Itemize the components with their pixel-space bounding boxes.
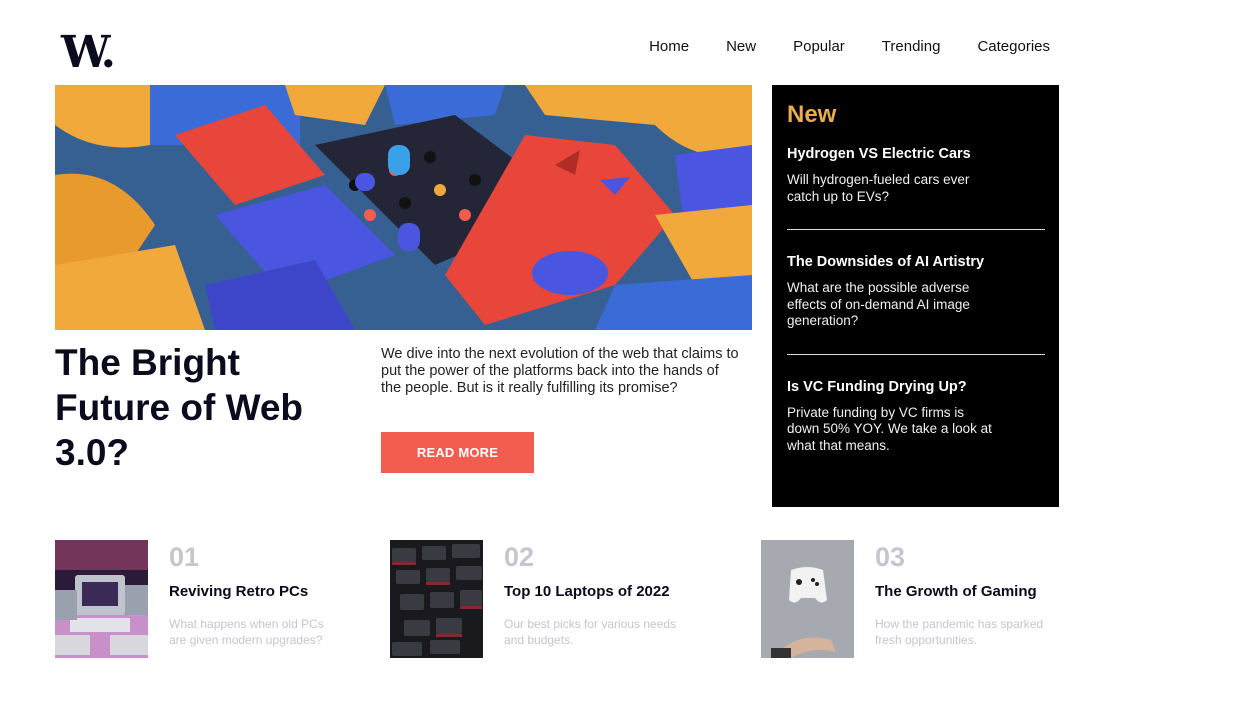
new-item-text: What are the possible adverse effects of… <box>787 280 970 328</box>
card-number: 02 <box>504 542 535 572</box>
read-more-button[interactable]: READ MORE <box>381 432 534 473</box>
new-item[interactable]: Hydrogen VS Electric Cars Will hydrogen-… <box>787 146 1045 205</box>
card-body: 01 Reviving Retro PCs What happens when … <box>169 540 344 658</box>
logo-dot: . <box>100 27 116 78</box>
new-item[interactable]: The Downsides of AI Artistry What are th… <box>787 254 1045 330</box>
logo-letter: W <box>61 27 104 78</box>
hero-title: The Bright Future of Web 3.0? <box>55 342 304 473</box>
new-articles-panel: New Hydrogen VS Electric Cars Will hydro… <box>772 85 1059 507</box>
retro-pc-thumbnail <box>55 540 148 658</box>
card-number: 03 <box>875 542 906 572</box>
card-body: 02 Top 10 Laptops of 2022 Our best picks… <box>504 540 679 658</box>
divider <box>787 229 1045 230</box>
card-description: What happens when old PCs are given mode… <box>169 617 324 647</box>
divider <box>787 353 1045 355</box>
hero-description: We dive into the next evolution of the w… <box>381 346 739 396</box>
game-controller-thumbnail <box>761 540 854 658</box>
card-number: 01 <box>169 542 200 572</box>
hero-image <box>55 85 752 330</box>
article-card[interactable]: 01 Reviving Retro PCs What happens when … <box>55 540 344 658</box>
card-description: How the pandemic has sparked fresh oppor… <box>875 617 1044 647</box>
laptop-keyboard-thumbnail <box>390 540 483 658</box>
nav-trending[interactable]: Trending <box>882 38 941 55</box>
card-title[interactable]: The Growth of Gaming <box>875 583 1050 600</box>
new-item-title[interactable]: Hydrogen VS Electric Cars <box>787 146 1045 162</box>
nav-popular[interactable]: Popular <box>793 38 845 55</box>
article-card[interactable]: 03 The Growth of Gaming How the pandemic… <box>761 540 1050 658</box>
new-item-text: Will hydrogen-fueled cars ever catch up … <box>787 172 970 204</box>
main-nav: Home New Popular Trending Categories <box>649 38 1050 55</box>
card-description: Our best picks for various needs and bud… <box>504 617 677 647</box>
nav-home[interactable]: Home <box>649 38 689 55</box>
new-item-title[interactable]: The Downsides of AI Artistry <box>787 254 1045 270</box>
card-title[interactable]: Reviving Retro PCs <box>169 583 344 600</box>
site-logo[interactable]: W. <box>61 31 116 75</box>
new-item[interactable]: Is VC Funding Drying Up? Private funding… <box>787 379 1045 455</box>
article-card[interactable]: 02 Top 10 Laptops of 2022 Our best picks… <box>390 540 679 658</box>
new-panel-heading: New <box>787 101 837 128</box>
card-body: 03 The Growth of Gaming How the pandemic… <box>875 540 1050 658</box>
nav-new[interactable]: New <box>726 38 756 55</box>
nav-categories[interactable]: Categories <box>977 38 1050 55</box>
card-title[interactable]: Top 10 Laptops of 2022 <box>504 583 679 600</box>
new-item-text: Private funding by VC firms is down 50% … <box>787 404 992 453</box>
new-item-title[interactable]: Is VC Funding Drying Up? <box>787 379 1045 395</box>
